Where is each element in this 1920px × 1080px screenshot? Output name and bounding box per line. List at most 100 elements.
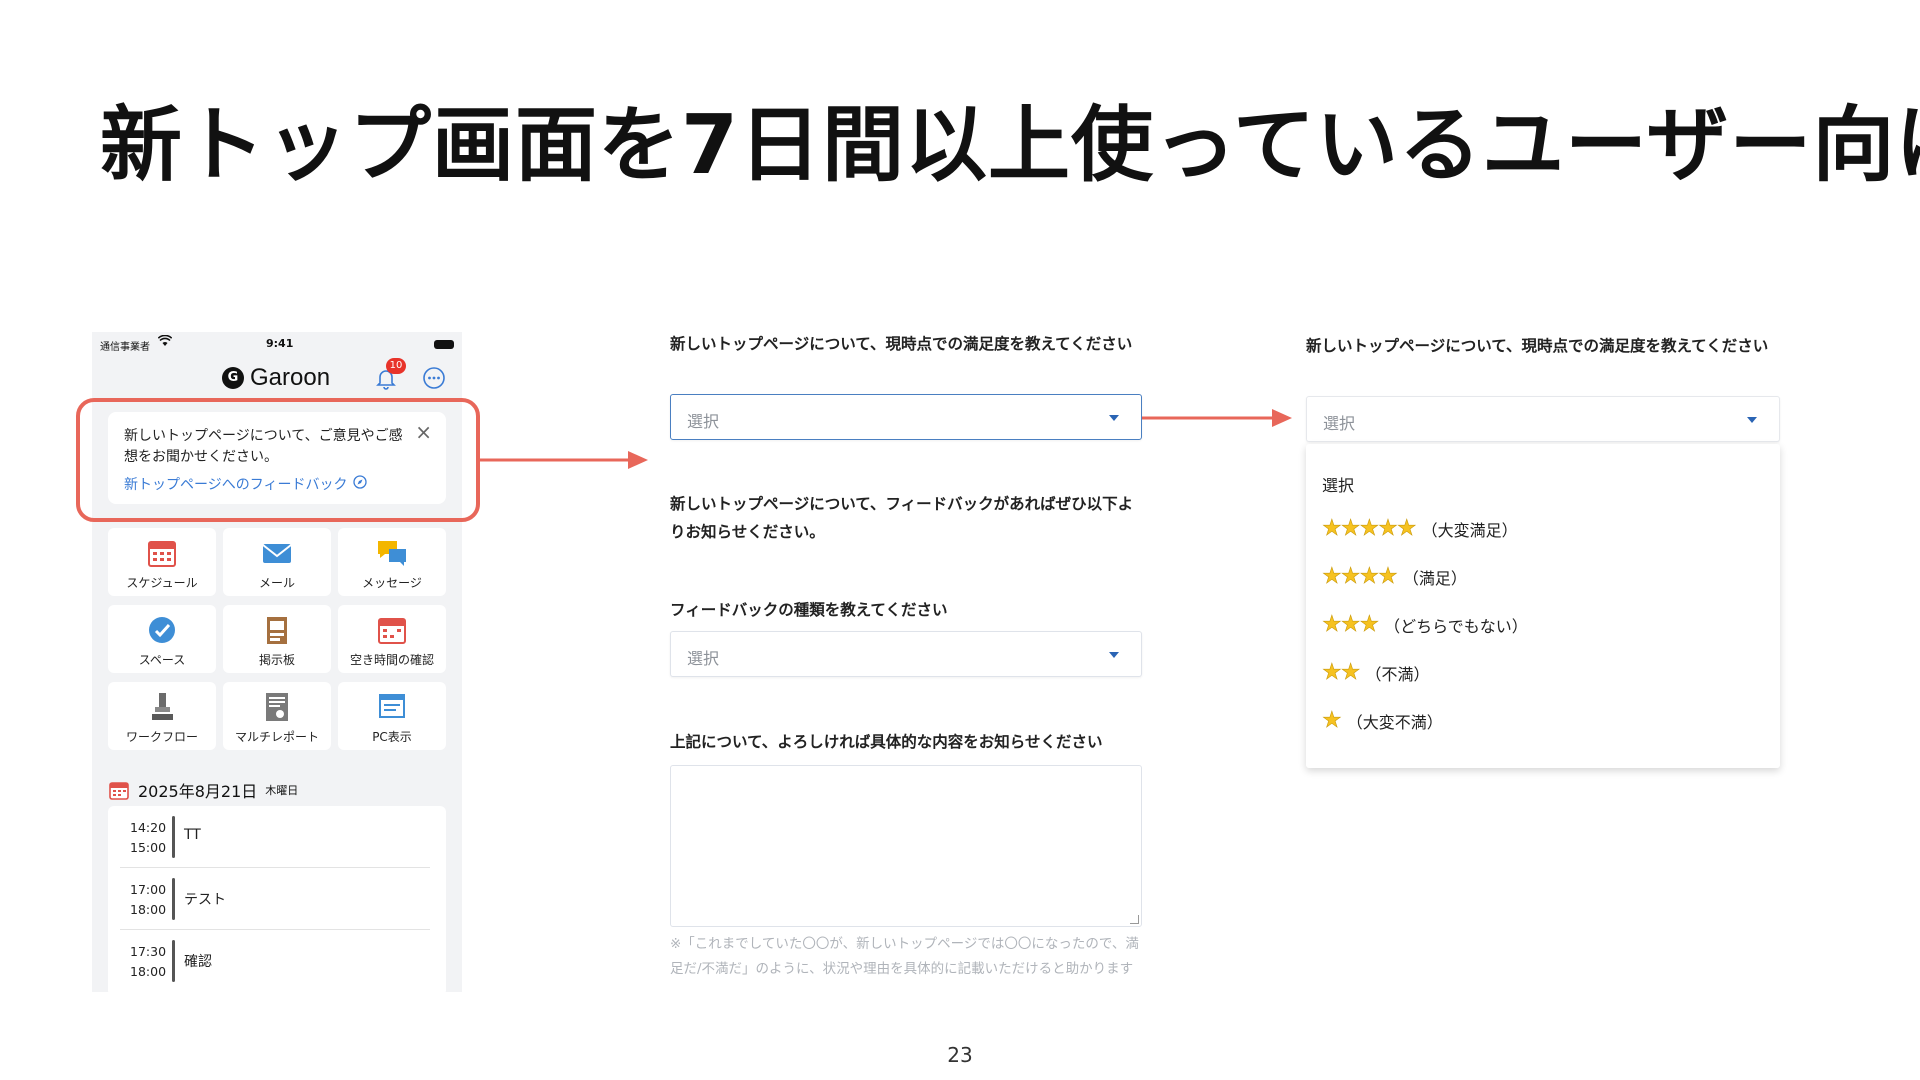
date-header: 2025年8月21日 木曜日 xyxy=(108,778,298,802)
details-label: 上記について、よろしければ具体的な内容をお知らせください xyxy=(670,733,1103,751)
star-icon: ★ xyxy=(1322,708,1342,734)
event-times: 17:00 18:00 xyxy=(130,880,166,920)
event-end-time: 18:00 xyxy=(130,902,167,917)
app-tile-multireport[interactable]: マルチレポート xyxy=(223,682,331,750)
event-times: 14:20 15:00 xyxy=(130,818,166,858)
dropdown-option-2-stars[interactable]: ★★ （不満） xyxy=(1322,660,1430,686)
app-tile-label: スケジュール xyxy=(126,576,198,590)
app-grid: スケジュール メール メッセージ スペース 掲示板 空き時間の確認 ワークフロー xyxy=(108,528,446,750)
option-text: （満足） xyxy=(1402,568,1467,588)
pc-view-icon xyxy=(379,694,405,718)
option-text: （大変不満） xyxy=(1346,712,1443,732)
app-tile-label: マルチレポート xyxy=(234,730,319,744)
calendar-icon xyxy=(148,541,176,567)
dropdown-option-4-stars[interactable]: ★★★★ （満足） xyxy=(1322,564,1467,590)
event-start-time: 17:00 xyxy=(130,882,167,897)
event-times: 17:30 18:00 xyxy=(130,942,166,982)
select-placeholder: 選択 xyxy=(687,649,720,668)
event-title: TT xyxy=(184,827,201,843)
star-icon: ★★★★ xyxy=(1322,564,1398,590)
schedule-event[interactable]: 17:30 18:00 確認 xyxy=(108,930,446,992)
select-placeholder: 選択 xyxy=(687,412,720,431)
option-text: （大変満足） xyxy=(1421,520,1518,540)
highlight-callout xyxy=(76,398,480,522)
bulletin-icon xyxy=(267,617,287,644)
details-textarea[interactable] xyxy=(670,765,1142,927)
arrow-to-dropdown xyxy=(1118,409,1292,427)
feedback-type-label: フィードバックの種類を教えてください xyxy=(670,601,948,619)
status-bar: 通信事業者 9:41 xyxy=(92,332,462,356)
app-tile-label: メール xyxy=(258,576,295,590)
app-tile-label: スペース xyxy=(138,653,186,667)
star-icon: ★★★★★ xyxy=(1322,516,1417,542)
multireport-icon xyxy=(266,693,288,721)
app-tile-label: ワークフロー xyxy=(125,730,198,744)
caret-down-icon xyxy=(1109,652,1119,658)
app-tile-space[interactable]: スペース xyxy=(108,605,216,673)
star-icon: ★★ xyxy=(1322,660,1361,686)
wifi-icon xyxy=(157,334,173,350)
schedule-list: 14:20 15:00 TT 17:00 18:00 テスト 17:30 18:… xyxy=(108,806,446,992)
app-tile-pc-view[interactable]: PC表示 xyxy=(338,682,446,750)
select-placeholder: 選択 xyxy=(1323,414,1356,433)
satisfaction-select[interactable]: 選択 xyxy=(670,394,1142,440)
event-title: テスト xyxy=(184,892,226,908)
satisfaction-select-open[interactable]: 選択 xyxy=(1306,396,1780,442)
free-time-icon xyxy=(378,618,406,644)
garoon-logo: G Garoon xyxy=(222,364,330,392)
notification-badge: 10 xyxy=(386,358,406,374)
space-icon xyxy=(149,617,175,643)
app-tile-label: 掲示板 xyxy=(258,653,295,667)
satisfaction-question-label: 新しいトップページについて、現時点での満足度を教えてください xyxy=(1306,337,1769,355)
schedule-event[interactable]: 14:20 15:00 TT xyxy=(108,806,446,868)
carrier-label: 通信事業者 xyxy=(100,342,150,353)
option-text: （不満） xyxy=(1365,664,1430,684)
event-bar xyxy=(172,940,175,982)
more-icon[interactable] xyxy=(422,366,446,390)
feedback-type-select[interactable]: 選択 xyxy=(670,631,1142,677)
dropdown-option-3-stars[interactable]: ★★★ （どちらでもない） xyxy=(1322,612,1528,638)
battery-icon xyxy=(434,340,454,349)
message-icon xyxy=(378,541,406,566)
app-tile-label: メッセージ xyxy=(362,576,422,590)
garoon-logo-icon: G xyxy=(222,367,244,389)
app-tile-message[interactable]: メッセージ xyxy=(338,528,446,596)
arrow-to-form xyxy=(480,451,648,469)
app-tile-mail[interactable]: メール xyxy=(223,528,331,596)
feedback-prompt-label: 新しいトップページについて、フィードバックがあればぜひ以下よりお知らせください。 xyxy=(670,495,1134,541)
satisfaction-dropdown-menu: 選択 ★★★★★ （大変満足） ★★★★ （満足） ★★★ （どちらでもない） … xyxy=(1306,444,1780,768)
satisfaction-question-label: 新しいトップページについて、現時点での満足度を教えてください xyxy=(670,335,1133,353)
dropdown-option-1-star[interactable]: ★ （大変不満） xyxy=(1322,708,1443,734)
caret-down-icon xyxy=(1109,415,1119,421)
app-header: G Garoon 10 xyxy=(92,356,462,400)
workflow-icon xyxy=(152,693,173,720)
app-tile-free-time[interactable]: 空き時間の確認 xyxy=(338,605,446,673)
weekday-text: 木曜日 xyxy=(265,784,299,797)
app-tile-label: 空き時間の確認 xyxy=(349,653,434,667)
schedule-event[interactable]: 17:00 18:00 テスト xyxy=(108,868,446,930)
event-bar xyxy=(172,816,175,858)
date-text: 2025年8月21日 xyxy=(138,782,258,801)
dropdown-option-5-stars[interactable]: ★★★★★ （大変満足） xyxy=(1322,516,1518,542)
logo-text: Garoon xyxy=(250,364,331,391)
page-number: 23 xyxy=(947,1043,973,1067)
dropdown-option-none[interactable]: 選択 xyxy=(1322,472,1354,496)
app-tile-label: PC表示 xyxy=(372,730,412,744)
details-hint: ※「これまでしていた〇〇が、新しいトップページでは〇〇になったので、満足だ/不満… xyxy=(670,936,1139,977)
option-text: 選択 xyxy=(1322,476,1355,495)
calendar-icon xyxy=(109,782,129,800)
resize-handle-icon[interactable] xyxy=(1130,915,1139,924)
app-tile-bulletin[interactable]: 掲示板 xyxy=(223,605,331,673)
app-tile-workflow[interactable]: ワークフロー xyxy=(108,682,216,750)
event-start-time: 17:30 xyxy=(130,944,167,959)
event-end-time: 18:00 xyxy=(130,964,167,979)
star-icon: ★★★ xyxy=(1322,612,1380,638)
event-start-time: 14:20 xyxy=(130,820,167,835)
event-bar xyxy=(172,878,175,920)
event-title: 確認 xyxy=(184,954,212,970)
mail-icon xyxy=(262,544,292,563)
status-time: 9:41 xyxy=(266,337,294,350)
app-tile-schedule[interactable]: スケジュール xyxy=(108,528,216,596)
caret-down-icon xyxy=(1747,417,1757,423)
event-end-time: 15:00 xyxy=(130,840,167,855)
